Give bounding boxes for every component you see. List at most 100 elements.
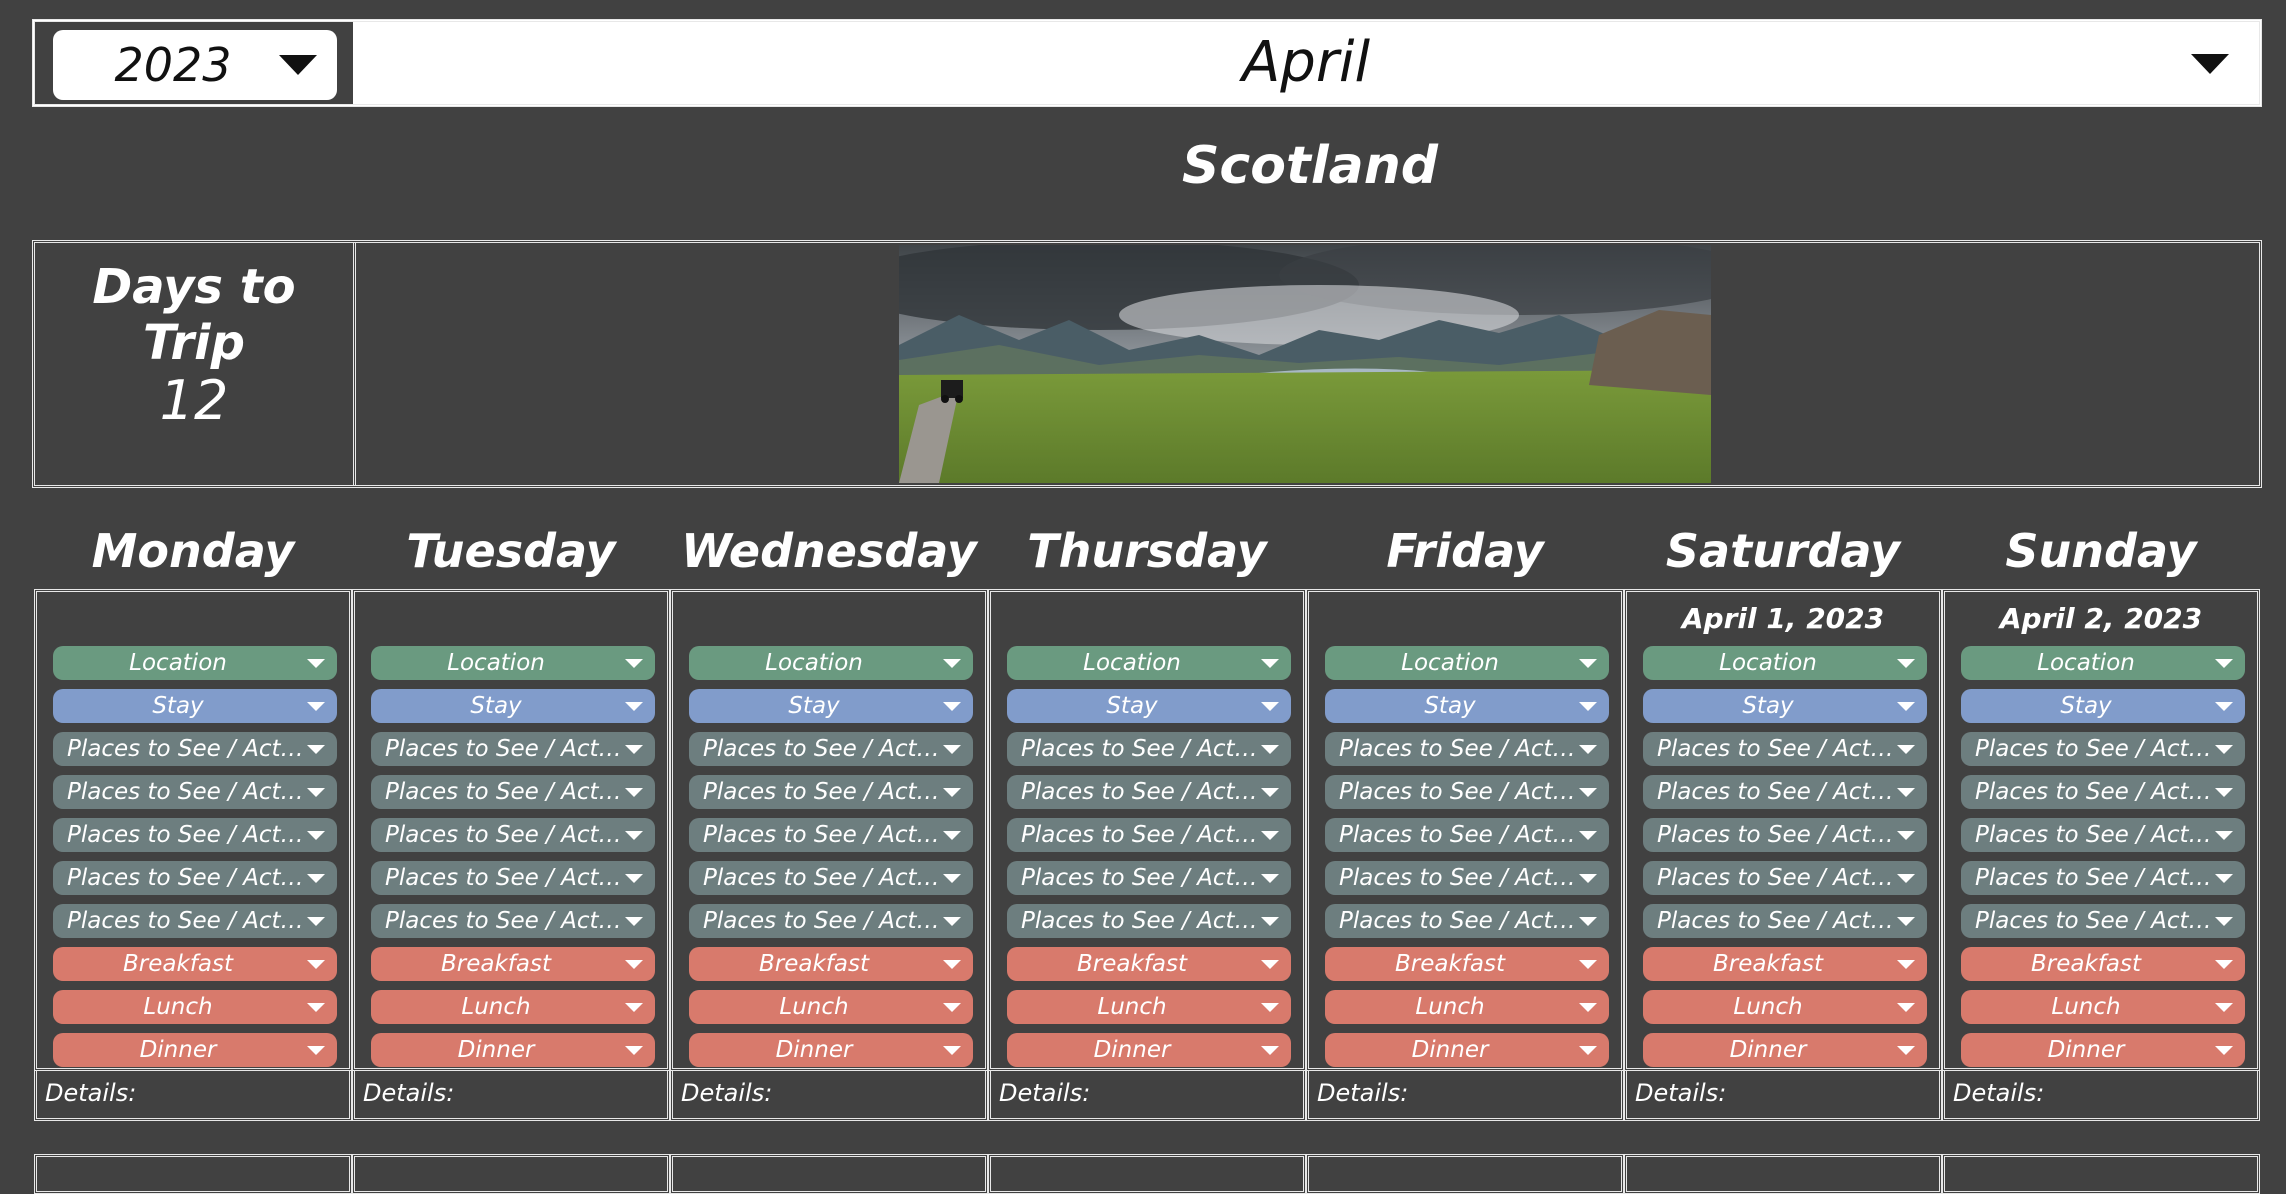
details-field-monday[interactable]: Details: [34, 1071, 352, 1121]
day-date: April 1, 2023 [1681, 602, 1885, 635]
location-label: Location [1083, 650, 1181, 676]
details-field-wednesday[interactable]: Details: [670, 1071, 988, 1121]
day-cell-friday: Location Stay Places to See / Activi... … [1306, 589, 1624, 1071]
places-dropdown[interactable]: Places to See / Activi... [689, 775, 973, 809]
stay-dropdown[interactable]: Stay [1325, 689, 1609, 723]
places-dropdown[interactable]: Places to See / Activi... [371, 861, 655, 895]
places-dropdown[interactable]: Places to See / Activi... [1961, 775, 2245, 809]
places-dropdown[interactable]: Places to See / Activi... [1961, 861, 2245, 895]
month-dropdown[interactable]: April [353, 22, 2259, 104]
details-field-sunday[interactable]: Details: [1942, 1071, 2260, 1121]
places-dropdown[interactable]: Places to See / Activi... [1643, 818, 1927, 852]
places-dropdown[interactable]: Places to See / Activi... [1325, 732, 1609, 766]
places-dropdown[interactable]: Places to See / Activi... [1007, 861, 1291, 895]
breakfast-dropdown[interactable]: Breakfast [1007, 947, 1291, 981]
dinner-dropdown[interactable]: Dinner [1643, 1033, 1927, 1067]
places-dropdown[interactable]: Places to See / Activi... [53, 904, 337, 938]
breakfast-dropdown[interactable]: Breakfast [1961, 947, 2245, 981]
places-dropdown[interactable]: Places to See / Activi... [1325, 775, 1609, 809]
location-dropdown[interactable]: Location [1325, 646, 1609, 680]
dropdown-arrow-icon [943, 917, 961, 926]
stay-dropdown[interactable]: Stay [53, 689, 337, 723]
lunch-dropdown[interactable]: Lunch [1643, 990, 1927, 1024]
stay-dropdown[interactable]: Stay [1643, 689, 1927, 723]
places-dropdown[interactable]: Places to See / Activi... [371, 732, 655, 766]
places-dropdown[interactable]: Places to See / Activi... [1961, 904, 2245, 938]
places-dropdown[interactable]: Places to See / Activi... [1643, 775, 1927, 809]
places-dropdown[interactable]: Places to See / Activi... [1007, 775, 1291, 809]
location-label: Location [1719, 650, 1817, 676]
location-dropdown[interactable]: Location [1007, 646, 1291, 680]
places-dropdown[interactable]: Places to See / Activi... [689, 861, 973, 895]
lunch-dropdown[interactable]: Lunch [1007, 990, 1291, 1024]
location-dropdown[interactable]: Location [689, 646, 973, 680]
places-dropdown[interactable]: Places to See / Activi... [1961, 732, 2245, 766]
dinner-dropdown[interactable]: Dinner [689, 1033, 973, 1067]
dropdown-arrow-icon [2215, 1046, 2233, 1055]
places-dropdown[interactable]: Places to See / Activi... [689, 818, 973, 852]
dinner-dropdown[interactable]: Dinner [1007, 1033, 1291, 1067]
dinner-label: Dinner [1729, 1037, 1807, 1063]
stay-dropdown[interactable]: Stay [371, 689, 655, 723]
lunch-dropdown[interactable]: Lunch [689, 990, 973, 1024]
lunch-dropdown[interactable]: Lunch [1961, 990, 2245, 1024]
places-dropdown[interactable]: Places to See / Activi... [1961, 818, 2245, 852]
stay-dropdown[interactable]: Stay [1007, 689, 1291, 723]
details-field-tuesday[interactable]: Details: [352, 1071, 670, 1121]
dinner-dropdown[interactable]: Dinner [53, 1033, 337, 1067]
dropdown-arrow-icon [307, 960, 325, 969]
breakfast-dropdown[interactable]: Breakfast [689, 947, 973, 981]
dropdown-arrow-icon [1261, 831, 1279, 840]
details-label: Details: [363, 1079, 455, 1107]
places-dropdown[interactable]: Places to See / Activi... [689, 732, 973, 766]
location-dropdown[interactable]: Location [1643, 646, 1927, 680]
details-field-saturday[interactable]: Details: [1624, 1071, 1942, 1121]
dinner-dropdown[interactable]: Dinner [1325, 1033, 1609, 1067]
location-dropdown[interactable]: Location [53, 646, 337, 680]
places-dropdown[interactable]: Places to See / Activi... [689, 904, 973, 938]
places-dropdown[interactable]: Places to See / Activi... [1325, 861, 1609, 895]
breakfast-dropdown[interactable]: Breakfast [1643, 947, 1927, 981]
places-dropdown[interactable]: Places to See / Activi... [371, 818, 655, 852]
year-dropdown-arrow-icon[interactable] [279, 55, 317, 75]
places-dropdown[interactable]: Places to See / Activi... [1643, 732, 1927, 766]
dinner-dropdown[interactable]: Dinner [1961, 1033, 2245, 1067]
dropdown-arrow-icon [2215, 702, 2233, 711]
places-dropdown[interactable]: Places to See / Activi... [53, 732, 337, 766]
places-dropdown[interactable]: Places to See / Activi... [1643, 904, 1927, 938]
places-dropdown[interactable]: Places to See / Activi... [1007, 904, 1291, 938]
breakfast-label: Breakfast [2031, 951, 2141, 977]
breakfast-label: Breakfast [123, 951, 233, 977]
lunch-dropdown[interactable]: Lunch [53, 990, 337, 1024]
month-dropdown-arrow-icon[interactable] [2191, 54, 2229, 74]
lunch-dropdown[interactable]: Lunch [371, 990, 655, 1024]
lunch-label: Lunch [779, 994, 849, 1020]
places-dropdown[interactable]: Places to See / Activi... [371, 904, 655, 938]
places-dropdown[interactable]: Places to See / Activi... [53, 818, 337, 852]
days-to-trip-label: Days to Trip [92, 259, 296, 371]
stay-label: Stay [470, 693, 522, 719]
location-dropdown[interactable]: Location [371, 646, 655, 680]
places-dropdown[interactable]: Places to See / Activi... [371, 775, 655, 809]
details-field-friday[interactable]: Details: [1306, 1071, 1624, 1121]
dinner-dropdown[interactable]: Dinner [371, 1033, 655, 1067]
breakfast-dropdown[interactable]: Breakfast [53, 947, 337, 981]
places-label: Places to See / Activi... [1975, 736, 2215, 762]
breakfast-dropdown[interactable]: Breakfast [1325, 947, 1609, 981]
places-label: Places to See / Activi... [1021, 779, 1261, 805]
stay-dropdown[interactable]: Stay [1961, 689, 2245, 723]
places-dropdown[interactable]: Places to See / Activi... [1643, 861, 1927, 895]
lunch-dropdown[interactable]: Lunch [1325, 990, 1609, 1024]
places-dropdown[interactable]: Places to See / Activi... [1007, 818, 1291, 852]
location-dropdown[interactable]: Location [1961, 646, 2245, 680]
places-dropdown[interactable]: Places to See / Activi... [1007, 732, 1291, 766]
day-cell-sunday: April 2, 2023 Location Stay Places to Se… [1942, 589, 2260, 1071]
breakfast-dropdown[interactable]: Breakfast [371, 947, 655, 981]
details-field-thursday[interactable]: Details: [988, 1071, 1306, 1121]
places-dropdown[interactable]: Places to See / Activi... [1325, 818, 1609, 852]
stay-dropdown[interactable]: Stay [689, 689, 973, 723]
places-dropdown[interactable]: Places to See / Activi... [1325, 904, 1609, 938]
year-dropdown[interactable]: 2023 [53, 30, 337, 100]
places-dropdown[interactable]: Places to See / Activi... [53, 861, 337, 895]
places-dropdown[interactable]: Places to See / Activi... [53, 775, 337, 809]
